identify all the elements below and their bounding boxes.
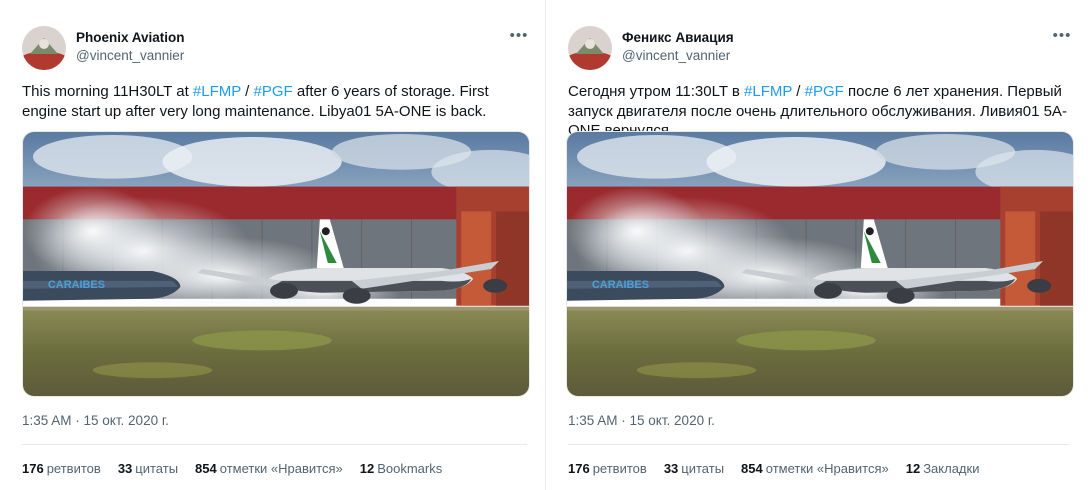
retweets-label: ретвитов: [46, 461, 101, 476]
bookmarks-count: 12: [905, 461, 921, 476]
author-handle[interactable]: @vincent_vannier: [76, 48, 184, 63]
bookmarks-count: 12: [359, 461, 375, 476]
quotes-count: 33: [117, 461, 133, 476]
quotes-stat[interactable]: 33 цитаты: [664, 461, 724, 476]
bookmarks-label: Bookmarks: [377, 461, 443, 476]
author-name[interactable]: Phoenix Aviation: [76, 30, 185, 45]
author-handle[interactable]: @vincent_vannier: [622, 48, 730, 63]
author-name[interactable]: Феникс Авиация: [622, 30, 734, 45]
quotes-label: цитаты: [681, 461, 725, 476]
likes-count: 854: [195, 461, 217, 476]
retweets-count: 176: [568, 461, 590, 476]
hashtag-link[interactable]: #LFMP: [193, 83, 241, 100]
tweet-text: This morning 11H30LT at #LFMP / #PGF aft…: [22, 82, 522, 121]
tweet-text-part: Сегодня утром 11:30LT в: [568, 83, 745, 100]
tweet-card-english[interactable]: Phoenix Aviation @vincent_vannier ••• Th…: [0, 0, 545, 490]
engagement-stats: 176 ретвитов 33 цитаты 854 отметки «Нравитс…: [568, 461, 996, 476]
more-horizontal-icon[interactable]: •••: [509, 27, 529, 47]
likes-stat[interactable]: 854 отметки «Нравится»: [195, 461, 343, 476]
likes-label: отметки «Нравится»: [219, 461, 343, 476]
engagement-stats: 176 ретвитов 33 цитаты 854 отметки «Нравитс…: [22, 461, 459, 476]
bookmarks-label: Закладки: [923, 461, 980, 476]
tweet-card-russian[interactable]: Феникс Авиация @vincent_vannier ••• Сего…: [546, 0, 1088, 490]
tweet-photo[interactable]: [22, 131, 530, 397]
bookmarks-stat[interactable]: 12 Закладки: [906, 461, 980, 476]
retweets-count: 176: [22, 461, 44, 476]
tweet-timestamp[interactable]: 1:35 AM · 15 окт. 2020 г.: [22, 413, 169, 428]
likes-count: 854: [741, 461, 763, 476]
likes-stat[interactable]: 854 отметки «Нравится»: [741, 461, 889, 476]
avatar[interactable]: [568, 26, 612, 70]
tweet-text-part: This morning 11H30LT at: [22, 83, 193, 100]
tweet-text-part: /: [792, 83, 805, 100]
divider: [568, 444, 1070, 445]
more-horizontal-icon[interactable]: •••: [1052, 27, 1072, 47]
retweets-stat[interactable]: 176 ретвитов: [22, 461, 101, 476]
tweet-timestamp[interactable]: 1:35 AM · 15 окт. 2020 г.: [568, 413, 715, 428]
bookmarks-stat[interactable]: 12 Bookmarks: [360, 461, 443, 476]
hashtag-link[interactable]: #PGF: [805, 83, 844, 100]
quotes-stat[interactable]: 33 цитаты: [118, 461, 178, 476]
avatar[interactable]: [22, 26, 66, 70]
tweet-text-part: /: [241, 83, 254, 100]
tweet-photo[interactable]: [566, 131, 1074, 397]
likes-label: отметки «Нравится»: [765, 461, 889, 476]
retweets-stat[interactable]: 176 ретвитов: [568, 461, 647, 476]
hashtag-link[interactable]: #LFMP: [744, 83, 792, 100]
divider: [22, 444, 527, 445]
hashtag-link[interactable]: #PGF: [254, 83, 293, 100]
quotes-count: 33: [663, 461, 679, 476]
quotes-label: цитаты: [135, 461, 179, 476]
retweets-label: ретвитов: [592, 461, 647, 476]
